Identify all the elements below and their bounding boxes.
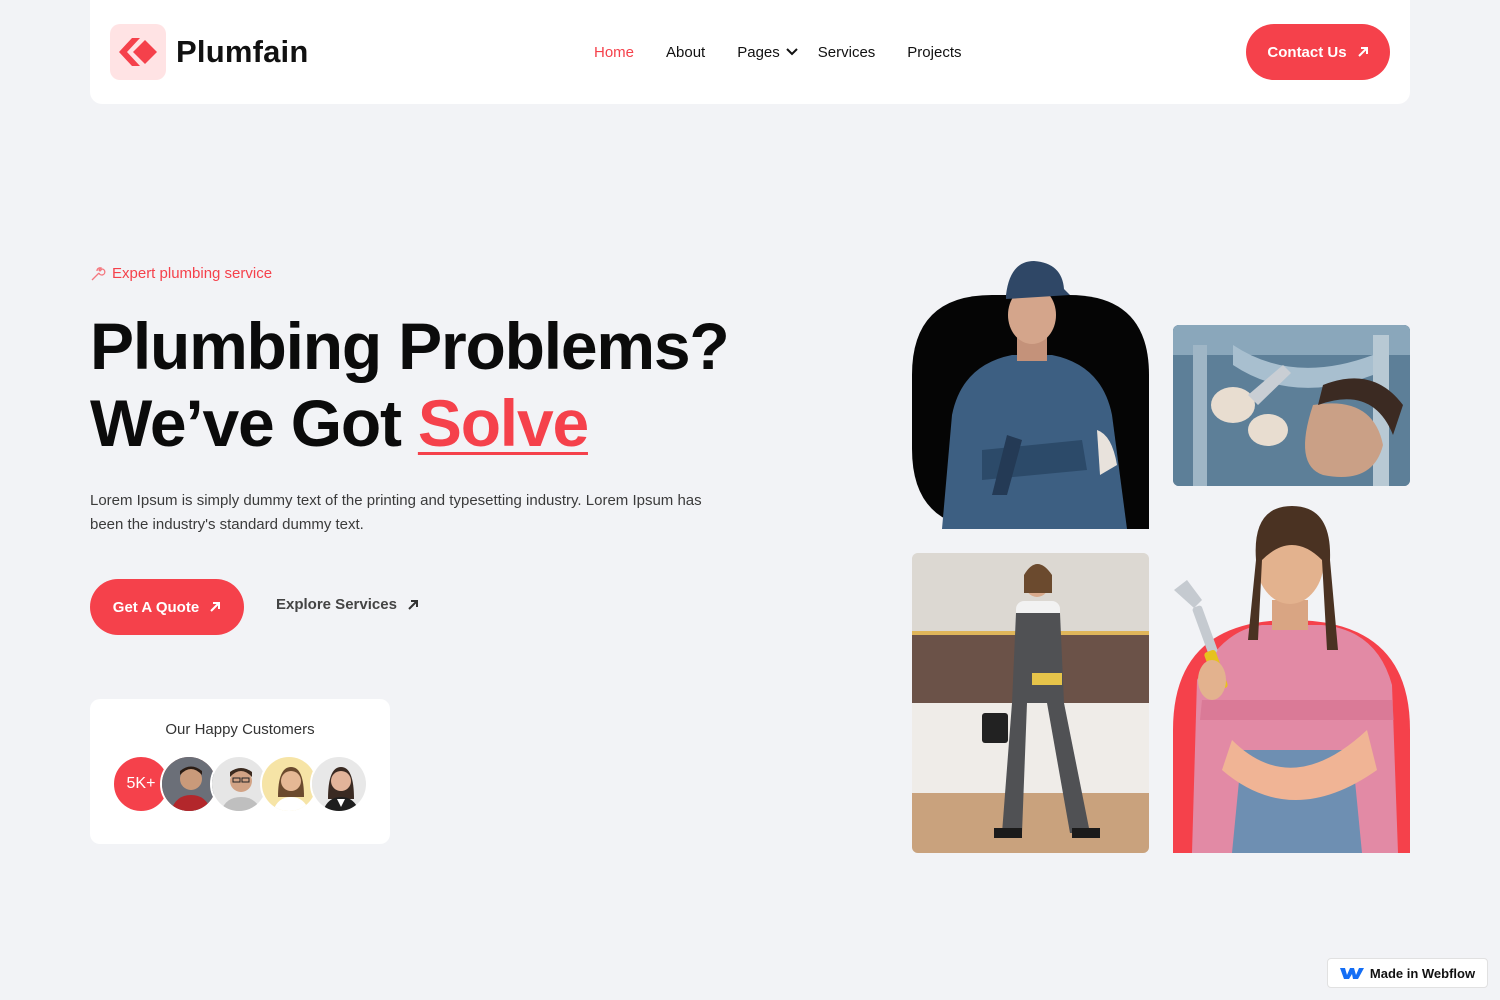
logo[interactable]: Plumfain	[110, 24, 309, 80]
avatar	[310, 755, 368, 813]
nav-projects[interactable]: Projects	[907, 44, 961, 61]
nav-pages-label: Pages	[737, 43, 780, 61]
arrow-up-right-icon	[1357, 47, 1368, 57]
wrench-icon	[91, 266, 106, 280]
nav-about[interactable]: About	[666, 44, 705, 61]
explore-services-link[interactable]: Explore Services	[276, 596, 419, 613]
arrow-up-right-icon	[210, 602, 221, 612]
site-header: Plumfain Home About Pages Services Proje…	[90, 0, 1410, 104]
plumber-photo-2	[1173, 325, 1410, 486]
get-a-quote-button[interactable]: Get A Quote	[90, 579, 244, 635]
plumber-photo-3	[912, 553, 1149, 853]
explore-services-label: Explore Services	[276, 596, 397, 613]
contact-us-button[interactable]: Contact Us	[1246, 24, 1390, 80]
landing-page: Plumfain Home About Pages Services Proje…	[0, 0, 1500, 1000]
chevron-down-icon	[786, 48, 798, 56]
contact-us-label: Contact Us	[1267, 43, 1347, 61]
plumber-photo-4	[1162, 500, 1410, 853]
headline-line-2: We’ve Got	[90, 386, 418, 460]
nav-services[interactable]: Services	[818, 44, 876, 61]
brand-name: Plumfain	[176, 34, 309, 69]
hero-tag-text: Expert plumbing service	[112, 265, 273, 282]
arrow-up-right-icon	[408, 599, 418, 610]
happy-customers-card: Our Happy Customers 5K+	[90, 699, 390, 844]
get-a-quote-label: Get A Quote	[112, 598, 200, 616]
made-in-webflow-badge[interactable]: Made in Webflow	[1327, 958, 1488, 988]
headline-accent: Solve	[417, 386, 589, 460]
hero-tag: Expert plumbing service	[90, 265, 272, 282]
webflow-badge-label: Made in Webflow	[1369, 965, 1476, 981]
plumber-photo-1	[912, 255, 1149, 529]
webflow-logo-icon	[1339, 968, 1364, 979]
main-nav: Home About Pages Services Projects	[594, 40, 993, 64]
nav-home[interactable]: Home	[594, 44, 634, 61]
hero-headline: Plumbing Problems? We’ve Got Solve	[90, 308, 790, 462]
customers-title: Our Happy Customers	[165, 721, 315, 738]
nav-pages[interactable]: Pages	[737, 44, 798, 61]
hero-description: Lorem Ipsum is simply dummy text of the …	[90, 492, 702, 533]
logo-icon	[110, 24, 166, 80]
headline-line-1: Plumbing Problems?	[90, 309, 730, 383]
